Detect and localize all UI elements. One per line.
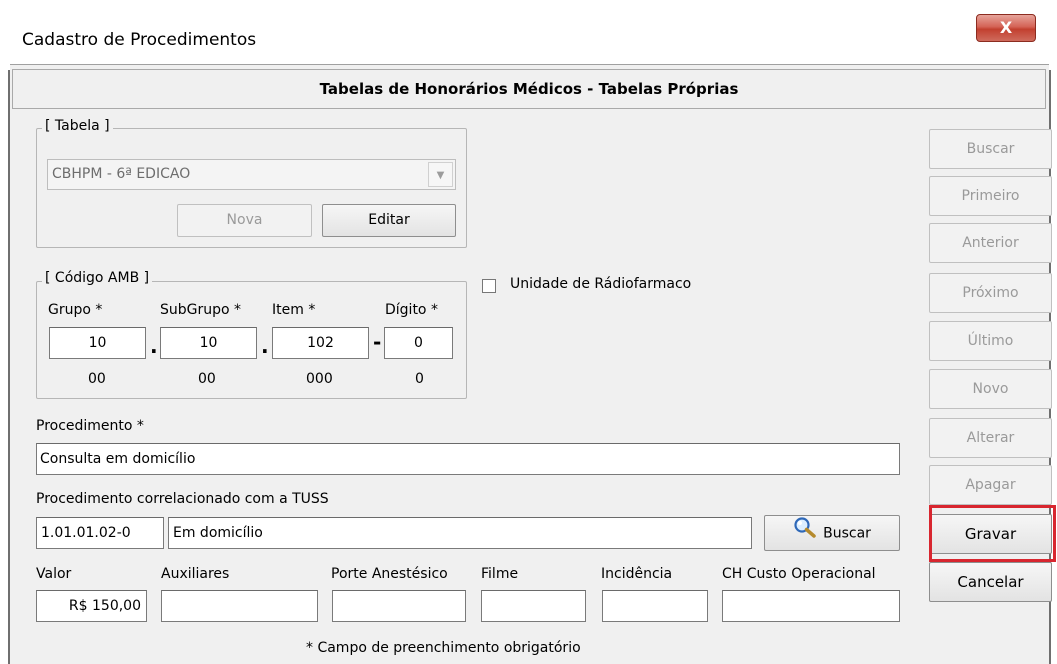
porte-anestesico-label: Porte Anestésico	[331, 566, 448, 582]
subgrupo-label: SubGrupo *	[160, 302, 242, 318]
tuss-label: Procedimento correlacionado com a TUSS	[36, 491, 329, 507]
grupo-hint: 00	[88, 371, 106, 387]
tuss-buscar-button[interactable]: Buscar	[764, 515, 900, 551]
porte-anestesico-input[interactable]	[332, 590, 466, 622]
page-header: Tabelas de Honorários Médicos - Tabelas …	[12, 69, 1046, 109]
cancelar-button[interactable]: Cancelar	[929, 562, 1052, 602]
auxiliares-label: Auxiliares	[161, 566, 230, 582]
required-note: * Campo de preenchimento obrigatório	[306, 640, 581, 656]
ch-custo-operacional-label: CH Custo Operacional	[722, 566, 876, 582]
novo-button[interactable]: Novo	[929, 369, 1052, 409]
primeiro-button[interactable]: Primeiro	[929, 176, 1052, 216]
incidencia-label: Incidência	[601, 566, 673, 582]
alterar-button[interactable]: Alterar	[929, 418, 1052, 458]
incidencia-input[interactable]	[602, 590, 708, 622]
valor-input[interactable]: R$ 150,00	[36, 590, 147, 622]
item-separator: -	[373, 330, 382, 354]
tabela-select-value: CBHPM - 6ª EDICAO	[52, 166, 191, 182]
anterior-button[interactable]: Anterior	[929, 223, 1052, 263]
tabela-legend: [ Tabela ]	[42, 118, 113, 134]
tabela-select[interactable]: CBHPM - 6ª EDICAO	[47, 159, 456, 190]
buscar-button[interactable]: Buscar	[929, 129, 1052, 169]
item-hint: 000	[306, 371, 333, 387]
subgrupo-input[interactable]: 10	[160, 327, 257, 359]
subgrupo-hint: 00	[198, 371, 216, 387]
close-button[interactable]: X	[976, 14, 1036, 42]
digito-hint: 0	[415, 371, 424, 387]
digito-input[interactable]: 0	[384, 327, 453, 359]
tuss-description-input[interactable]: Em domicílio	[168, 517, 752, 549]
filme-input[interactable]	[481, 590, 586, 622]
chevron-down-icon[interactable]: ▼	[428, 162, 453, 187]
procedimento-label: Procedimento *	[36, 418, 144, 434]
gravar-highlight-box	[929, 505, 1056, 562]
codigo-amb-legend: [ Código AMB ]	[42, 270, 153, 286]
grupo-input[interactable]: 10	[49, 327, 146, 359]
auxiliares-input[interactable]	[161, 590, 318, 622]
apagar-button[interactable]: Apagar	[929, 465, 1052, 505]
radiofarmaco-label: Unidade de Rádiofarmaco	[510, 276, 692, 292]
close-icon: X	[999, 18, 1013, 37]
nova-button[interactable]: Nova	[177, 204, 312, 237]
editar-button[interactable]: Editar	[322, 204, 456, 237]
tuss-buscar-label: Buscar	[823, 525, 871, 542]
item-label: Item *	[272, 302, 316, 318]
window-border-left	[8, 70, 10, 664]
subgrupo-separator: .	[261, 334, 269, 358]
ch-custo-operacional-input[interactable]	[722, 590, 900, 622]
grupo-label: Grupo *	[48, 302, 103, 318]
grupo-separator: .	[150, 334, 158, 358]
item-input[interactable]: 102	[272, 327, 369, 359]
tuss-code-input[interactable]: 1.01.01.02-0	[36, 517, 164, 549]
window-title: Cadastro de Procedimentos	[22, 30, 257, 50]
digito-label: Dígito *	[385, 302, 438, 318]
magnifier-icon	[793, 516, 817, 551]
valor-label: Valor	[36, 566, 72, 582]
proximo-button[interactable]: Próximo	[929, 273, 1052, 313]
filme-label: Filme	[481, 566, 519, 582]
radiofarmaco-checkbox[interactable]	[482, 279, 496, 293]
ultimo-button[interactable]: Último	[929, 321, 1052, 361]
procedimento-input[interactable]: Consulta em domicílio	[36, 443, 900, 475]
